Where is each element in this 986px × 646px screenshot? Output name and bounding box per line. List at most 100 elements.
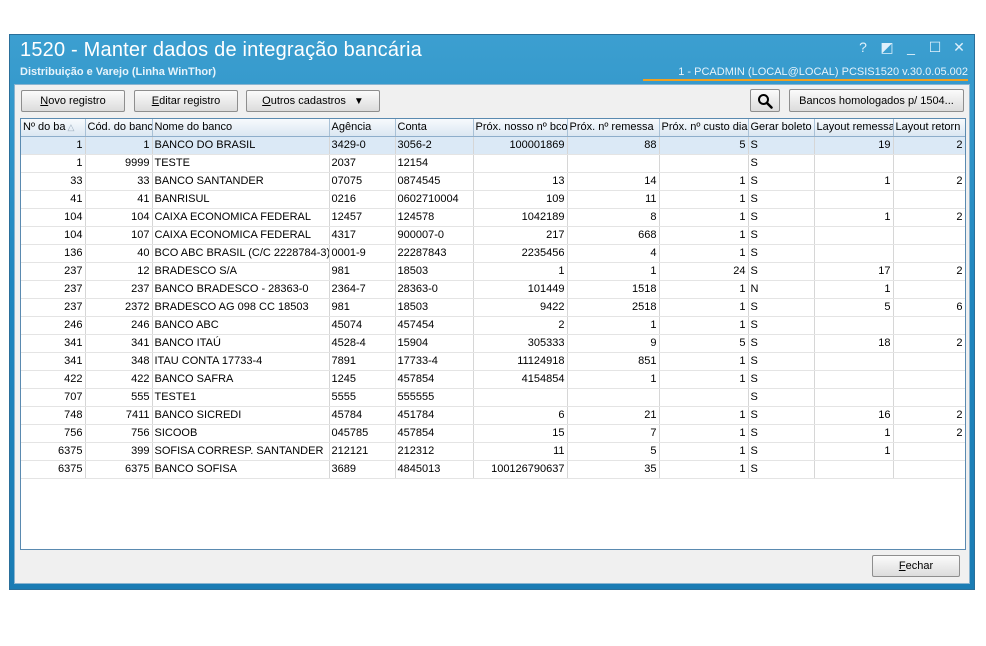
table-cell	[893, 442, 965, 461]
novo-registro-button[interactable]: Novo registro	[21, 90, 125, 112]
table-cell: 422	[21, 370, 86, 389]
table-cell	[814, 226, 894, 245]
table-cell: 212312	[395, 442, 474, 461]
table-row[interactable]: 1 1 BANCO DO BRASIL 3429-0 3056-2 100001869 88…	[21, 136, 965, 155]
table-row[interactable]: 341 341 BANCO ITAÚ 4528-4 15904 305333 9 5 S 18 2	[21, 334, 965, 353]
table-cell: 237	[85, 280, 153, 299]
table-row[interactable]: 1 9999 TESTE 2037 12154 S	[21, 154, 965, 173]
outros-cadastros-button[interactable]: Outros cadastros ▼	[246, 90, 380, 112]
table-cell: S	[748, 262, 815, 281]
table-row[interactable]: 707 555 TESTE1 5555 555555 S	[21, 388, 965, 407]
table-cell: 12	[85, 262, 153, 281]
table-cell: BANCO DO BRASIL	[152, 136, 330, 155]
table-row[interactable]: 6375 399 SOFISA CORRESP. SANTANDER 212121 21…	[21, 442, 965, 461]
table-cell: 9	[567, 334, 660, 353]
table-cell: 451784	[395, 406, 474, 425]
table-cell: 18503	[395, 298, 474, 317]
table-cell: 104	[21, 208, 86, 227]
help-icon[interactable]: ?	[856, 39, 870, 55]
editar-registro-button[interactable]: Editar registro	[134, 90, 238, 112]
minimize-icon[interactable]: _	[904, 39, 918, 55]
table-row[interactable]: 41 41 BANRISUL 0216 0602710004 109 11 1 S	[21, 190, 965, 209]
table-cell: 9999	[85, 154, 153, 173]
table-row[interactable]: 104 104 CAIXA ECONOMICA FEDERAL 12457 124578…	[21, 208, 965, 227]
table-cell: ITAU CONTA 17733-4	[152, 352, 330, 371]
close-icon[interactable]: ✕	[952, 39, 966, 55]
column-header-5[interactable]: Próx. nosso nº bco	[473, 119, 568, 137]
table-cell: CAIXA ECONOMICA FEDERAL	[152, 208, 330, 227]
table-cell: 2364-7	[329, 280, 396, 299]
table-cell: 5	[814, 298, 894, 317]
table-cell: BANCO SAFRA	[152, 370, 330, 389]
table-row[interactable]: 33 33 BANCO SANTANDER 07075 0874545 13 14 1 S 1 2	[21, 172, 965, 191]
table-cell: 555	[85, 388, 153, 407]
column-header-0[interactable]: Nº do ba △	[21, 119, 86, 137]
column-header-4[interactable]: Conta	[395, 119, 474, 137]
table-row[interactable]: 104 107 CAIXA ECONOMICA FEDERAL 4317 900007-…	[21, 226, 965, 245]
column-header-10[interactable]: Layout retorn	[893, 119, 965, 137]
table-cell: 41	[85, 190, 153, 209]
table-cell	[473, 154, 568, 173]
table-row[interactable]: 748 7411 BANCO SICREDI 45784 451784 6 21 1 S 16 2	[21, 406, 965, 425]
table-cell: 422	[85, 370, 153, 389]
table-row[interactable]: 6375 6375 BANCO SOFISA 3689 4845013 100126790…	[21, 460, 965, 479]
table-cell: 13	[473, 172, 568, 191]
table-cell: BANCO BRADESCO - 28363-0	[152, 280, 330, 299]
table-cell	[814, 190, 894, 209]
table-cell: 19	[814, 136, 894, 155]
bancos-homologados-button[interactable]: Bancos homologados p/ 1504...	[789, 89, 964, 112]
maximize-icon[interactable]: ☐	[928, 39, 942, 55]
table-cell	[893, 460, 965, 479]
table-cell: 17	[814, 262, 894, 281]
table-cell: BANRISUL	[152, 190, 330, 209]
table-cell	[814, 316, 894, 335]
column-header-2[interactable]: Nome do banco	[152, 119, 330, 137]
column-header-9[interactable]: Layout remessa	[814, 119, 894, 137]
column-header-6[interactable]: Próx. nº remessa	[567, 119, 660, 137]
table-cell: 851	[567, 352, 660, 371]
column-header-1[interactable]: Cód. do banc	[85, 119, 153, 137]
table-cell: 2	[893, 262, 965, 281]
table-cell	[659, 154, 749, 173]
fechar-button[interactable]: Fechar	[872, 555, 960, 577]
table-cell: 5555	[329, 388, 396, 407]
table-cell: 17733-4	[395, 352, 474, 371]
table-row[interactable]: 136 40 BCO ABC BRASIL (C/C 2228784-3) 0001-…	[21, 244, 965, 263]
bank-grid[interactable]: Nº do ba △ Cód. do banc Nome do banco Agênci…	[20, 118, 966, 550]
table-cell: 1	[814, 172, 894, 191]
table-row[interactable]: 237 12 BRADESCO S/A 981 18503 1 1 24 S 17 2	[21, 262, 965, 281]
table-cell: 1	[659, 172, 749, 191]
table-row[interactable]: 756 756 SICOOB 045785 457854 15 7 1 S 1 2	[21, 424, 965, 443]
table-cell: 104	[21, 226, 86, 245]
column-header-3[interactable]: Agência	[329, 119, 396, 137]
table-cell: 756	[21, 424, 86, 443]
column-header-label: Conta	[397, 121, 427, 134]
table-row[interactable]: 237 2372 BRADESCO AG 098 CC 18503 981 18503 9…	[21, 298, 965, 317]
table-row[interactable]: 246 246 BANCO ABC 45074 457454 2 1 1 S	[21, 316, 965, 335]
table-cell: 4845013	[395, 460, 474, 479]
column-header-8[interactable]: Gerar boleto	[748, 119, 815, 137]
table-cell: S	[748, 226, 815, 245]
table-row[interactable]: 341 348 ITAU CONTA 17733-4 7891 17733-4 11124…	[21, 352, 965, 371]
table-row[interactable]: 237 237 BANCO BRADESCO - 28363-0 2364-7 2836…	[21, 280, 965, 299]
table-cell: 14	[567, 172, 660, 191]
table-cell: 136	[21, 244, 86, 263]
table-cell: 5	[659, 334, 749, 353]
table-cell: 1	[659, 298, 749, 317]
table-cell	[473, 388, 568, 407]
search-button[interactable]	[750, 89, 780, 112]
table-cell: TESTE	[152, 154, 330, 173]
table-cell: 2518	[567, 298, 660, 317]
restore-icon[interactable]: ◩	[880, 39, 894, 55]
table-row[interactable]: 422 422 BANCO SAFRA 1245 457854 4154854 1 1 S	[21, 370, 965, 389]
table-cell: 1	[659, 280, 749, 299]
table-cell: S	[748, 334, 815, 353]
table-cell: S	[748, 244, 815, 263]
table-cell: 457854	[395, 370, 474, 389]
table-cell: 2	[893, 136, 965, 155]
table-cell: 3689	[329, 460, 396, 479]
table-cell: 1	[21, 154, 86, 173]
column-header-7[interactable]: Próx. nº custo dia	[659, 119, 749, 137]
table-cell	[814, 154, 894, 173]
table-cell: 101449	[473, 280, 568, 299]
